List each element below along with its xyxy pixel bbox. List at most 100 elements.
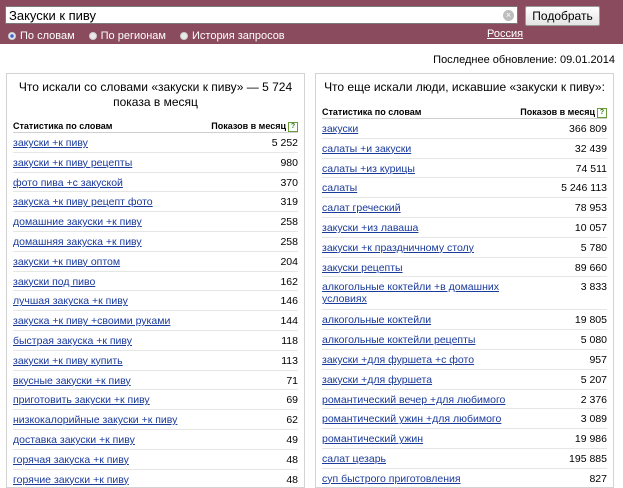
last-updated: Последнее обновление: 09.01.2014 [433,54,615,66]
keyword-link[interactable]: салаты +и закуски [322,143,411,155]
mode-label: По словам [20,29,75,42]
table-row: салаты +из курицы 74 511 [322,159,607,179]
search-mode-group: По словам По регионам История запросов [8,29,299,42]
table-row: салаты 5 246 113 [322,178,607,199]
keyword-link[interactable]: романтический ужин [322,433,423,445]
keyword-link[interactable]: суп быстрого приготовления [322,473,461,485]
keyword-link[interactable]: закуски +к пиву [13,137,88,149]
keyword-link[interactable]: закуски +к пиву купить [13,355,123,367]
table-row: закуска +к пиву +своими руками 144 [13,311,298,331]
keyword-link[interactable]: приготовить закуски +к пиву [13,394,150,406]
keyword-link[interactable]: доставка закуски +к пиву [13,434,135,446]
table-row: приготовить закуски +к пиву 69 [13,390,298,411]
keyword-link[interactable]: закуски рецепты [322,262,403,274]
keyword-link[interactable]: быстрая закуска +к пиву [13,335,132,347]
keyword-link[interactable]: романтический вечер +для любимого [322,394,505,406]
keyword-link[interactable]: алкогольные коктейли +в домашних условия… [322,281,522,305]
impressions-count: 32 439 [574,142,607,155]
keyword-link[interactable]: алкогольные коктейли [322,314,431,326]
related-queries-panel: Что еще искали люди, искавшие «закуски к… [315,73,614,488]
table-row: закуски 366 809 [322,119,607,139]
clear-icon[interactable]: × [503,10,514,21]
related-list: закуски 366 809 салаты +и закуски 32 439 сал… [322,119,607,487]
column-header: Статистика по словам Показов в месяц? [13,120,298,133]
impressions-count: 144 [280,315,298,328]
impressions-count: 10 057 [574,221,607,234]
keyword-link[interactable]: низкокалорийные закуски +к пиву [13,414,177,426]
keyword-link[interactable]: закуски +к пиву рецепты [13,157,132,169]
keyword-link[interactable]: салаты [322,182,357,194]
impressions-count: 5 246 113 [561,182,607,195]
keyword-link[interactable]: салаты +из курицы [322,163,415,175]
impressions-count: 2 376 [580,393,607,406]
mode-by-regions[interactable]: По регионам [88,30,166,42]
table-row: закуски +к пиву оптом 204 [13,252,298,272]
keyword-link[interactable]: закуски +из лаваша [322,222,418,234]
keyword-link[interactable]: алкогольные коктейли рецепты [322,334,475,346]
keyword-link[interactable]: домашние закуски +к пиву [13,216,142,228]
impressions-count: 5 252 [271,137,298,149]
impressions-count: 62 [286,414,298,427]
keyword-link[interactable]: домашняя закуска +к пиву [13,236,142,248]
impressions-count: 49 [286,433,298,446]
table-row: фото пива +с закуской 370 [13,173,298,193]
column-header: Статистика по словам Показов в месяц? [322,106,607,119]
keyword-link[interactable]: лучшая закуска +к пиву [13,295,128,307]
table-row: быстрая закуска +к пиву 118 [13,331,298,351]
keyword-link[interactable]: горячая закуска +к пиву [13,454,129,466]
col-keyword: Статистика по словам [322,107,422,117]
table-row: закуски +для фуршета +с фото 957 [322,350,607,370]
keyword-link[interactable]: вкусные закуски +к пиву [13,375,131,387]
search-button[interactable]: Подобрать [525,6,600,26]
table-row: закуски +к праздничному столу 5 780 [322,238,607,258]
search-input[interactable] [5,6,518,24]
impressions-count: 5 207 [580,373,607,386]
help-icon[interactable]: ? [597,107,607,118]
help-icon[interactable]: ? [288,121,298,132]
impressions-count: 827 [589,472,607,485]
table-row: закуски +к пиву купить 113 [13,351,298,371]
keyword-link[interactable]: закуска +к пиву рецепт фото [13,196,153,208]
radio-icon [180,31,188,40]
table-row: доставка закуски +к пиву 49 [13,430,298,450]
keyword-link[interactable]: закуски +к праздничному столу [322,242,474,254]
table-row: салаты +и закуски 32 439 [322,139,607,159]
mode-by-words[interactable]: По словам [8,30,75,42]
mode-label: История запросов [192,29,285,42]
impressions-count: 74 511 [575,162,607,175]
impressions-count: 78 953 [574,202,607,215]
keyword-link[interactable]: закуски +для фуршета +с фото [322,354,474,366]
impressions-count: 980 [280,156,298,169]
table-row: алкогольные коктейли 19 805 [322,310,607,331]
keyword-link[interactable]: закуска +к пиву +своими руками [13,315,170,327]
table-row: домашняя закуска +к пиву 258 [13,232,298,252]
impressions-count: 162 [280,275,298,288]
table-row: закуски под пиво 162 [13,272,298,292]
impressions-count: 19 986 [574,433,607,446]
keyword-link[interactable]: салат греческий [322,202,401,214]
table-row: закуски +к пиву 5 252 [13,133,298,153]
keyword-link[interactable]: закуски +к пиву оптом [13,256,120,268]
impressions-count: 195 885 [569,452,607,465]
keyword-link[interactable]: салат цезарь [322,453,386,465]
keyword-link[interactable]: горячие закуски +к пиву [13,474,129,486]
mode-history[interactable]: История запросов [180,30,285,42]
keyword-link[interactable]: фото пива +с закуской [13,177,123,189]
table-row: закуски рецепты 89 660 [322,258,607,278]
keyword-link[interactable]: закуски [322,123,358,135]
table-row: вкусные закуски +к пиву 71 [13,371,298,391]
table-row: романтический вечер +для любимого 2 376 [322,390,607,410]
col-keyword: Статистика по словам [13,121,113,131]
keyword-link[interactable]: закуски +для фуршета [322,374,432,386]
table-row: алкогольные коктейли +в домашних условия… [322,277,607,311]
region-link[interactable]: Россия [487,28,523,40]
impressions-count: 89 660 [574,261,607,274]
keyword-link[interactable]: закуски под пиво [13,276,95,288]
col-count: Показов в месяц? [211,120,298,132]
impressions-count: 19 805 [574,314,607,327]
keyword-link[interactable]: романтический ужин +для любимого [322,413,501,425]
keyword-list: закуски +к пиву 5 252 закуски +к пиву реце… [13,133,298,487]
table-row: горячие закуски +к пиву 48 [13,470,298,487]
table-row: салат греческий 78 953 [322,198,607,218]
impressions-count: 113 [281,354,298,367]
